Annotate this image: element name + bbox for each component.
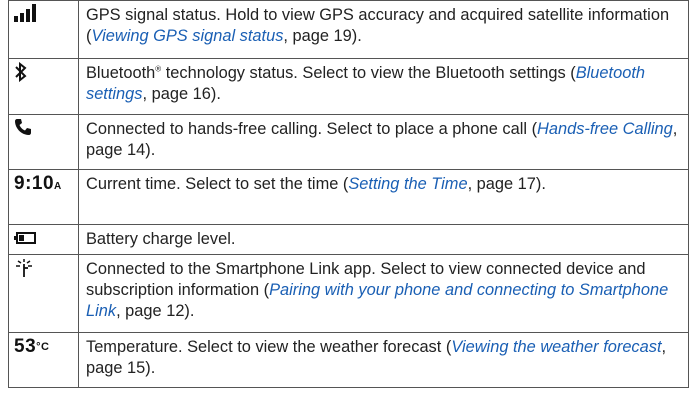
temperature-text-icon: 53°C — [14, 336, 49, 358]
icon-time-suffix: A — [54, 181, 62, 192]
row-text: , page 19). — [283, 27, 362, 45]
table-row: Connected to the Smartphone Link app. Se… — [8, 254, 689, 333]
description-cell: GPS signal status. Hold to view GPS accu… — [78, 0, 689, 59]
row-text: Temperature. Select to view the weather … — [86, 338, 452, 356]
table-row: Bluetooth® technology status. Select to … — [8, 58, 689, 115]
clock-text-icon: 9:10A — [14, 173, 62, 198]
cross-reference-link[interactable]: Viewing GPS signal status — [91, 27, 283, 45]
row-text: Connected to hands-free calling. Select … — [86, 120, 538, 138]
table-row: Connected to hands-free calling. Select … — [8, 114, 689, 170]
icon-cell — [8, 224, 79, 255]
row-text: , page 16). — [142, 85, 221, 103]
table-row: 9:10A Current time. Select to set the ti… — [8, 169, 689, 225]
battery-icon — [14, 228, 36, 245]
phone-icon — [14, 118, 32, 136]
cross-reference-link[interactable]: Viewing the weather forecast — [451, 338, 661, 356]
icon-time-value: 9:10 — [14, 173, 55, 194]
icon-cell — [8, 58, 79, 115]
icon-temperature-value: 53 — [14, 336, 37, 357]
description-cell: Temperature. Select to view the weather … — [78, 332, 689, 388]
bluetooth-icon — [14, 62, 28, 82]
cross-reference-link[interactable]: Setting the Time — [348, 175, 467, 193]
row-text: technology status. Select to view the Bl… — [161, 64, 576, 82]
description-cell: Current time. Select to set the time (Se… — [78, 169, 689, 225]
table-row: GPS signal status. Hold to view GPS accu… — [8, 0, 689, 59]
row-text: Battery charge level. — [86, 230, 236, 248]
icon-cell — [8, 254, 79, 333]
icon-temperature-unit: °C — [36, 341, 50, 353]
table-row: 53°C Temperature. Select to view the wea… — [8, 332, 689, 388]
description-cell: Connected to the Smartphone Link app. Se… — [78, 254, 689, 333]
description-cell: Connected to hands-free calling. Select … — [78, 114, 689, 170]
row-text: , page 17). — [467, 175, 546, 193]
cross-reference-link[interactable]: Hands-free Calling — [537, 120, 673, 138]
row-text: Bluetooth — [86, 64, 156, 82]
icon-cell — [8, 114, 79, 170]
status-icons-table: GPS signal status. Hold to view GPS accu… — [8, 0, 689, 388]
signal-bars-icon — [14, 4, 40, 22]
description-cell: Bluetooth® technology status. Select to … — [78, 58, 689, 115]
description-cell: Battery charge level. — [78, 224, 689, 255]
icon-cell: 9:10A — [8, 169, 79, 225]
smartphone-link-icon — [14, 258, 34, 278]
row-text: Current time. Select to set the time ( — [86, 175, 349, 193]
row-text: , page 12). — [116, 302, 195, 320]
icon-cell — [8, 0, 79, 59]
icon-cell: 53°C — [8, 332, 79, 388]
table-row: Battery charge level. — [8, 224, 689, 255]
